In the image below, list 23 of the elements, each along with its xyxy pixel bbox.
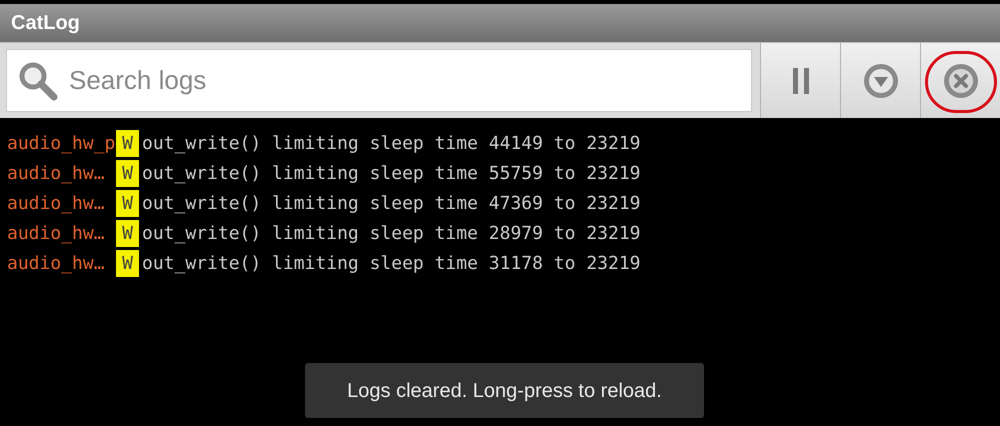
log-level: W <box>116 130 139 156</box>
clear-button[interactable] <box>920 43 1000 118</box>
log-level: W <box>116 220 139 246</box>
log-message: out_write() limiting sleep time 44149 to 23219 <box>142 132 640 156</box>
pause-button[interactable] <box>760 43 840 118</box>
close-icon <box>942 62 978 98</box>
log-message: out_write() limiting sleep time 47369 to 23219 <box>142 192 640 216</box>
log-level: W <box>116 250 139 276</box>
log-tag: audio_hw_p <box>7 130 116 156</box>
log-message: out_write() limiting sleep time 55759 to 23219 <box>142 162 640 186</box>
scroll-down-button[interactable] <box>840 43 920 118</box>
log-level: W <box>116 160 139 186</box>
log-message: out_write() limiting sleep time 31178 to 23219 <box>142 252 640 276</box>
log-tag: audio_hw… <box>7 160 116 186</box>
window-title: CatLog <box>11 11 80 36</box>
log-level: W <box>116 190 139 216</box>
log-message: out_write() limiting sleep time 28979 to 23219 <box>142 222 640 246</box>
log-tag: audio_hw… <box>7 190 116 216</box>
log-tag: audio_hw… <box>7 220 116 246</box>
log-tag: audio_hw… <box>7 250 116 276</box>
pause-icon <box>792 68 808 94</box>
toast-message: Logs cleared. Long-press to reload. <box>305 363 704 418</box>
search-field[interactable]: Search logs <box>6 49 752 112</box>
